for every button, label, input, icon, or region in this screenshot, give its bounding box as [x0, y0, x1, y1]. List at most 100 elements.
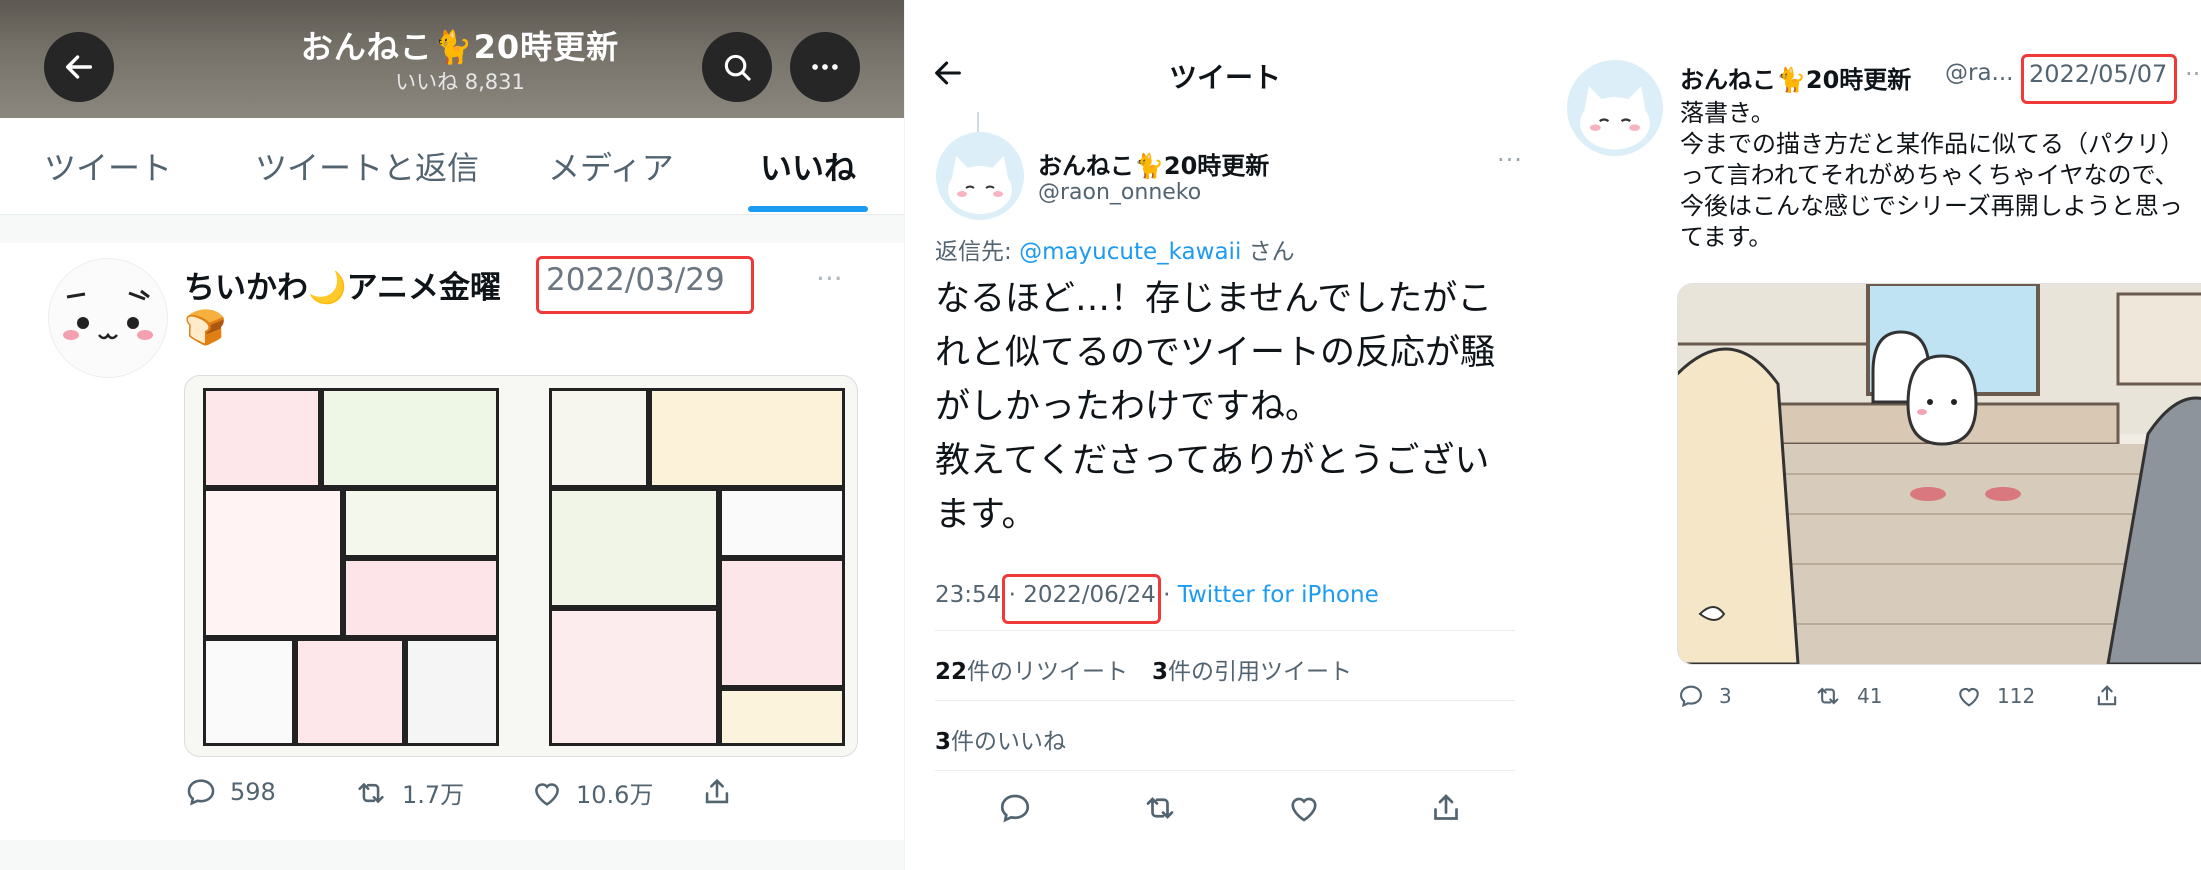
tweet-date: 2022/06/24: [1023, 582, 1156, 608]
retweet-label: 件のリツイート: [967, 659, 1129, 685]
tweet-more-icon[interactable]: ···: [816, 262, 843, 295]
retweet-button[interactable]: [1141, 790, 1179, 830]
active-tab-indicator: [748, 206, 868, 212]
tab-tweets[interactable]: ツイート: [44, 143, 172, 189]
liked-tweets-panel: おんねこ🐈20時更新 いいね 8,831 ツイート ツイートと返信 メディア い…: [0, 0, 905, 870]
reply-to-line: 返信先: @mayucute_kawaii さん: [935, 232, 1295, 266]
manga-panel: [343, 558, 499, 638]
illustration-cafe-scene: [1678, 284, 2201, 664]
like-button[interactable]: 112: [1955, 682, 2035, 710]
more-options-button[interactable]: [790, 32, 860, 102]
share-icon: [2097, 685, 2117, 706]
heart-icon: [535, 782, 559, 806]
tweet-metadata: 23:54 · 2022/06/24 · Twitter for iPhone: [935, 582, 1379, 608]
divider: [935, 630, 1515, 631]
like-count: 10.6万: [576, 781, 654, 809]
tweet-media[interactable]: [184, 375, 858, 757]
tweet-time: 23:54: [935, 582, 1002, 608]
more-icon: [812, 64, 838, 70]
like-count: 112: [1997, 684, 2036, 708]
tweet-author-name[interactable]: おんねこ🐈20時更新: [1680, 60, 1911, 95]
divider: [0, 840, 905, 870]
likes-count-label: いいね 8,831: [395, 70, 525, 94]
reply-to-prefix: 返信先:: [935, 239, 1020, 265]
manga-panel: [203, 638, 295, 746]
retweet-button[interactable]: 1.7万: [352, 775, 464, 810]
avatar[interactable]: [48, 258, 168, 378]
like-label: 件のいいね: [951, 729, 1067, 755]
retweet-icon: [358, 782, 384, 803]
arrow-left-icon: [65, 55, 93, 79]
tweet-media[interactable]: [1677, 283, 2201, 665]
share-button[interactable]: [700, 775, 734, 809]
thread-connector: [977, 112, 979, 132]
tweet-author-name[interactable]: ちいかわ🌙アニメ金曜: [184, 262, 501, 307]
tweet-source-link[interactable]: Twitter for iPhone: [1178, 582, 1379, 608]
manga-panel: [549, 608, 719, 746]
manga-panel: [295, 638, 405, 746]
retweet-icon: [1817, 687, 1839, 705]
more-options-icon[interactable]: ··: [2185, 60, 2200, 88]
search-button[interactable]: [702, 32, 772, 102]
cat-face-icon: [1580, 86, 1650, 150]
tweet-date[interactable]: 2022/05/07: [2029, 60, 2167, 88]
tweet-text: 落書き。 今までの描き方だと某作品に似てる（パクリ） って言われてそれがめちゃく…: [1680, 98, 2201, 253]
tweet-text-line: てます。: [1680, 223, 1773, 251]
tab-media[interactable]: メディア: [548, 143, 674, 189]
reply-button[interactable]: [997, 790, 1033, 830]
retweet-button[interactable]: 41: [1813, 682, 1882, 710]
tweet-text-line: 今までの描き方だと某作品に似てる（パクリ）: [1680, 130, 2184, 158]
back-button[interactable]: [44, 32, 114, 102]
quote-label: 件の引用ツイート: [1168, 659, 1353, 685]
reply-count: 3: [1719, 684, 1732, 708]
divider: [0, 215, 905, 243]
like-button[interactable]: [1286, 790, 1322, 830]
quote-stats[interactable]: 3件の引用ツイート: [1152, 652, 1352, 686]
reply-to-suffix: さん: [1241, 239, 1295, 265]
manga-panel: [203, 488, 343, 638]
tweet-author-name[interactable]: おんねこ🐈20時更新: [1038, 146, 1269, 181]
manga-panel: [321, 388, 499, 488]
tweet-text-line: って言われてそれがめちゃくちゃイヤなので、: [1680, 161, 2179, 189]
reply-icon: [187, 779, 215, 806]
retweet-count: 41: [1857, 684, 1883, 708]
chiikawa-face-icon: [63, 289, 153, 340]
tweet-author-handle[interactable]: @ra...: [1945, 60, 2013, 86]
reply-icon: [1000, 794, 1030, 823]
share-button[interactable]: [1428, 790, 1464, 830]
avatar[interactable]: [1567, 60, 1663, 156]
retweet-stats[interactable]: 22件のリツイート: [935, 652, 1128, 686]
tweet-body: 🍞: [184, 308, 227, 348]
tweet-text: なるほど…！存じませんでしたがこ れと似てるのでツイートの反応が騒 がしかったわ…: [935, 279, 1496, 535]
cat-face-icon: [948, 156, 1012, 214]
tweet-text-line: 今後はこんな感じでシリーズ再開しようと思っ: [1680, 192, 2183, 220]
manga-page-left: [203, 388, 499, 746]
tab-likes[interactable]: いいね: [760, 143, 856, 189]
manga-panel: [203, 388, 321, 488]
reply-button[interactable]: 3: [1677, 682, 1732, 710]
more-options-icon[interactable]: ···: [1497, 146, 1523, 174]
like-button[interactable]: 10.6万: [530, 775, 653, 810]
reply-button[interactable]: 598: [184, 775, 276, 809]
tweet-detail-panel: ツイート おんねこ🐈20時更新 @raon_onneko ··· 返信先: @m…: [905, 0, 1545, 870]
search-icon: [724, 54, 751, 81]
manga-panel: [405, 638, 499, 746]
manga-panel: [719, 688, 845, 746]
tweet-author-handle[interactable]: @raon_onneko: [1038, 180, 1201, 205]
avatar[interactable]: [936, 132, 1024, 220]
reply-icon: [1680, 685, 1702, 708]
share-button[interactable]: [2093, 682, 2121, 710]
manga-panel: [549, 388, 649, 488]
reply-count: 598: [230, 778, 276, 806]
reply-to-link[interactable]: @mayucute_kawaii: [1019, 239, 1241, 265]
like-count: 3: [935, 729, 952, 755]
tweet-date[interactable]: 2022/03/29: [546, 262, 725, 298]
retweet-count: 22: [935, 659, 968, 685]
manga-page-right: [549, 388, 845, 746]
divider: [935, 700, 1515, 701]
divider: [935, 770, 1515, 771]
share-icon: [705, 778, 729, 804]
like-stats[interactable]: 3件のいいね: [935, 722, 1066, 756]
tab-tweets-and-replies[interactable]: ツイートと返信: [255, 143, 479, 189]
quote-count: 3: [1152, 659, 1169, 685]
